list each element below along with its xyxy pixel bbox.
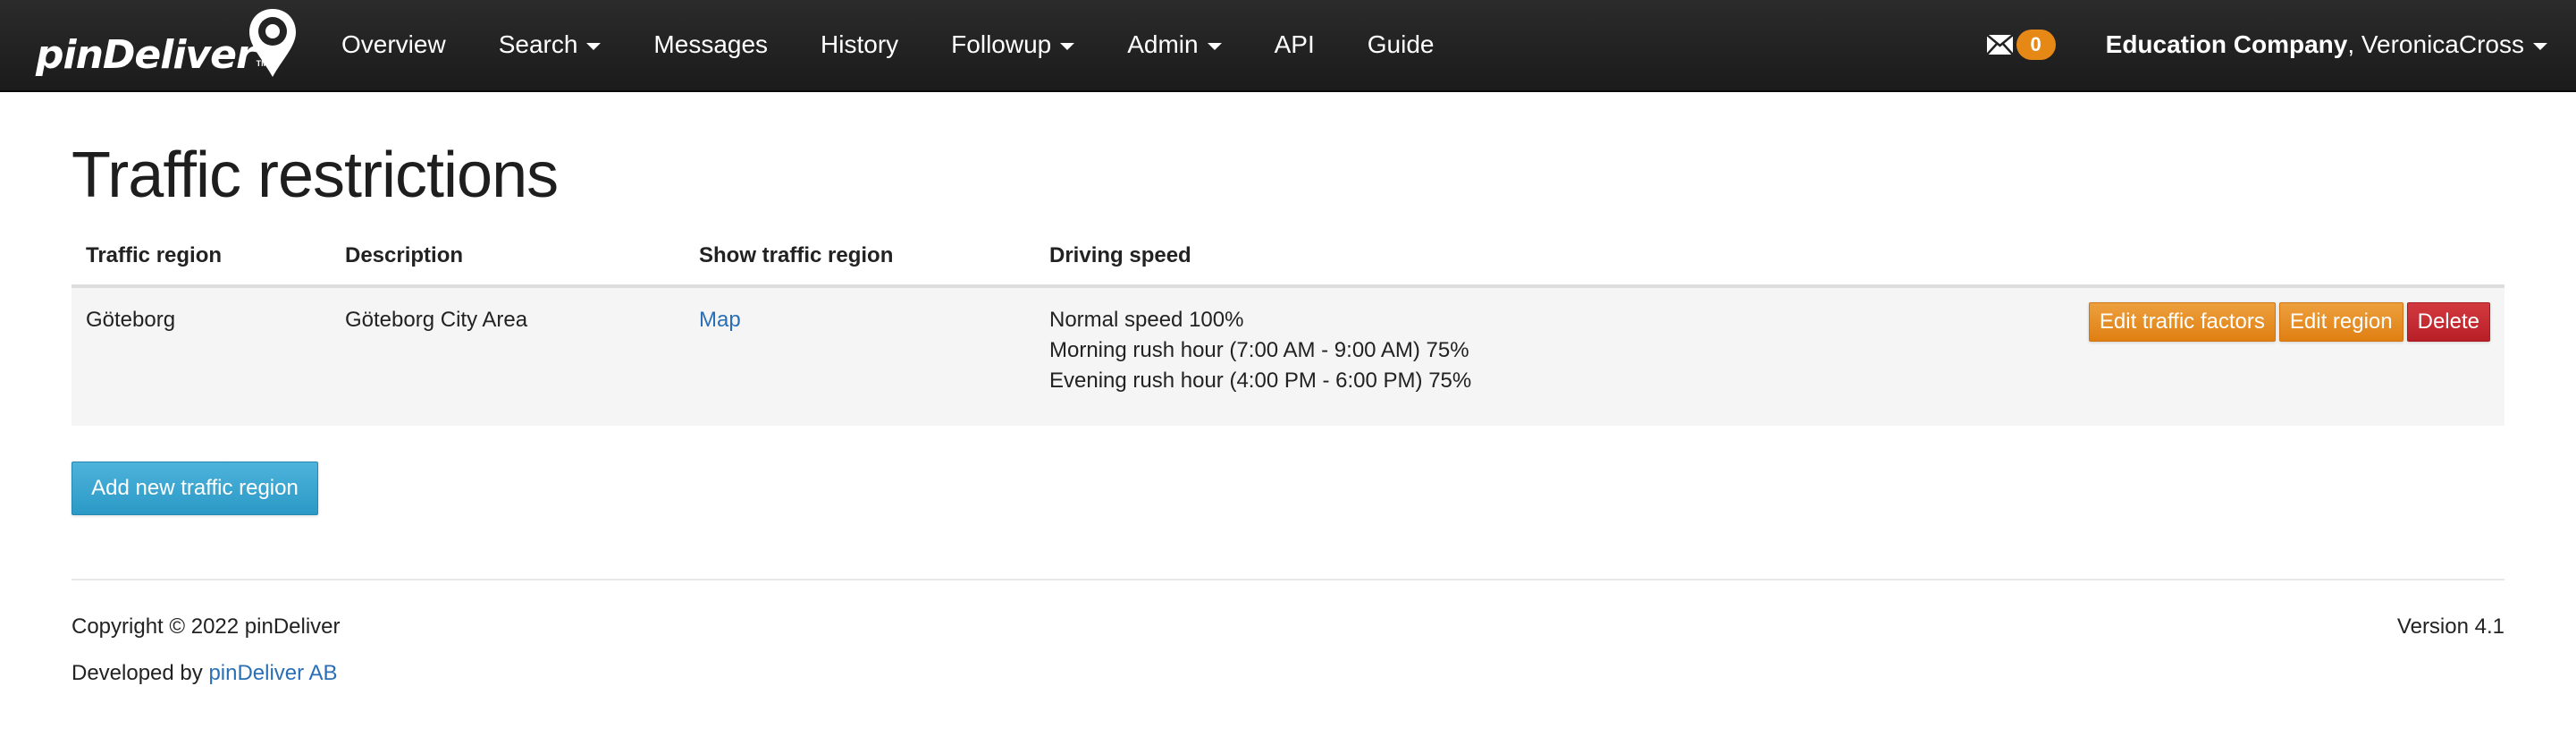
- map-pin-icon: [249, 9, 296, 77]
- header-show-traffic-region: Show traffic region: [699, 243, 894, 267]
- nav-history[interactable]: History: [821, 30, 898, 59]
- footer-divider: [72, 579, 2504, 580]
- nav-followup-label: Followup: [951, 30, 1052, 58]
- developer-link[interactable]: pinDeliver AB: [208, 661, 337, 685]
- nav-overview-label: Overview: [341, 30, 446, 58]
- delete-button[interactable]: Delete: [2406, 302, 2490, 342]
- map-link[interactable]: Map: [699, 308, 741, 332]
- edit-traffic-factors-button[interactable]: Edit traffic factors: [2088, 302, 2276, 342]
- edit-region-button[interactable]: Edit region: [2278, 302, 2403, 342]
- version-text: Version 4.1: [2396, 614, 2504, 639]
- row-actions: Edit traffic factors Edit region Delete: [2085, 302, 2490, 342]
- cell-region: Göteborg: [86, 308, 176, 332]
- speed-normal: Normal speed 100%: [1049, 308, 1244, 332]
- caret-down-icon: [1207, 43, 1222, 50]
- nav-search-dropdown[interactable]: Search: [499, 30, 602, 59]
- message-count-badge: 0: [2016, 30, 2056, 60]
- nav-messages[interactable]: Messages: [653, 30, 768, 59]
- speed-evening-rush: Evening rush hour (4:00 PM - 6:00 PM) 75…: [1049, 368, 1472, 393]
- nav-admin-label: Admin: [1127, 30, 1199, 58]
- page-title: Traffic restrictions: [72, 140, 559, 211]
- footer: Copyright © 2022 pinDeliver Developed by…: [72, 579, 2504, 685]
- table-header: Traffic region Description Show traffic …: [72, 237, 2504, 288]
- developed-by: Developed by pinDeliver AB: [72, 661, 338, 686]
- header-driving-speed: Driving speed: [1049, 243, 1191, 267]
- speed-morning-rush: Morning rush hour (7:00 AM - 9:00 AM) 75…: [1049, 338, 1469, 362]
- caret-down-icon: [2533, 43, 2547, 50]
- nav-api[interactable]: API: [1275, 30, 1315, 59]
- add-traffic-region-button[interactable]: Add new traffic region: [72, 462, 318, 515]
- nav-right: 0 Education Company, VeronicaCross: [1986, 0, 2547, 89]
- top-navbar: pinDeliver TM Overview Search Messages H…: [0, 0, 2576, 92]
- nav-search-label: Search: [498, 30, 578, 58]
- nav-api-label: API: [1274, 30, 1315, 58]
- company-name: Education Company: [2105, 30, 2348, 58]
- traffic-regions-table: Traffic region Description Show traffic …: [72, 237, 2504, 426]
- developed-by-label: Developed by: [72, 661, 209, 685]
- nav-guide-label: Guide: [1367, 30, 1435, 58]
- table-row: Göteborg Göteborg City Area Map Normal s…: [72, 288, 2504, 426]
- nav-admin-dropdown[interactable]: Admin: [1127, 30, 1222, 59]
- header-traffic-region: Traffic region: [86, 243, 223, 267]
- caret-down-icon: [586, 43, 602, 50]
- main-nav: Overview Search Messages History Followu…: [341, 0, 1486, 89]
- messages-indicator[interactable]: 0: [1986, 30, 2056, 60]
- envelope-icon: [1986, 35, 2013, 55]
- brand-logo[interactable]: pinDeliver TM: [36, 7, 296, 86]
- user-menu-dropdown[interactable]: Education Company, VeronicaCross: [2106, 30, 2547, 59]
- copyright-text: Copyright © 2022 pinDeliver: [72, 614, 341, 639]
- header-description: Description: [345, 243, 464, 267]
- nav-messages-label: Messages: [653, 30, 769, 58]
- nav-overview[interactable]: Overview: [341, 30, 446, 59]
- brand-name: pinDeliver: [36, 31, 256, 78]
- user-separator: ,: [2347, 30, 2361, 58]
- user-name: VeronicaCross: [2361, 30, 2524, 58]
- nav-followup-dropdown[interactable]: Followup: [951, 30, 1075, 59]
- nav-history-label: History: [821, 30, 899, 58]
- caret-down-icon: [1060, 43, 1075, 50]
- cell-driving-speed: Normal speed 100% Morning rush hour (7:0…: [1049, 305, 1471, 396]
- cell-description: Göteborg City Area: [345, 308, 528, 332]
- nav-guide[interactable]: Guide: [1368, 30, 1435, 59]
